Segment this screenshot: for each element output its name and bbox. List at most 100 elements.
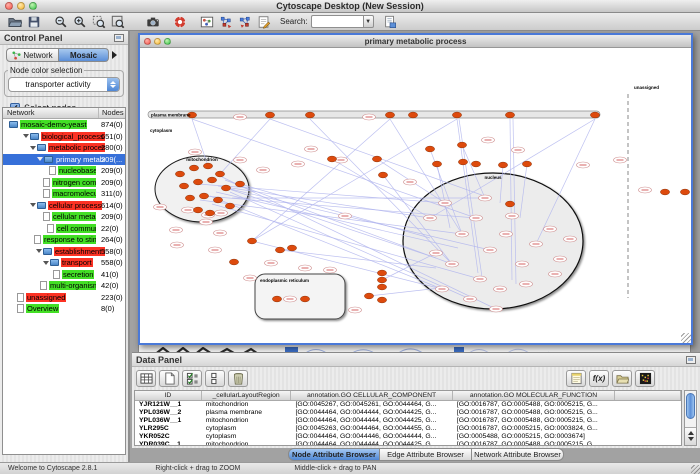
graph-node[interactable] xyxy=(432,161,441,167)
tree-expand-arrow-icon[interactable] xyxy=(36,249,42,253)
graph-node[interactable] xyxy=(471,161,480,167)
graph-node[interactable] xyxy=(590,112,599,118)
data-panel-float-icon[interactable] xyxy=(686,356,696,364)
graph-node[interactable] xyxy=(372,156,381,162)
tree-row[interactable]: metabolic process280(0) xyxy=(3,142,125,154)
graph-node[interactable] xyxy=(275,247,284,253)
tree-row[interactable]: Overview8(0) xyxy=(3,303,125,315)
tree-row[interactable]: macromolecule311(0) xyxy=(3,188,125,200)
select-attributes-icon[interactable] xyxy=(182,370,202,387)
scrollbar-arrows[interactable] xyxy=(685,427,696,445)
save-icon[interactable] xyxy=(25,14,42,30)
tab-edge-attribute-browser[interactable]: Edge Attribute Browser xyxy=(380,448,472,461)
graph-node[interactable] xyxy=(378,172,387,178)
table-row[interactable]: YLR295Ccytoplasm[GO:0045263, GO:0044464,… xyxy=(135,425,681,433)
import-annotation-icon[interactable] xyxy=(382,14,399,30)
table-column-header[interactable]: annotation.GO CELLULAR_COMPONENT xyxy=(291,391,452,400)
search-input[interactable] xyxy=(311,15,363,28)
graph-node[interactable] xyxy=(377,270,386,276)
snapshot-icon[interactable] xyxy=(144,14,161,30)
graph-node[interactable] xyxy=(189,165,198,171)
graph-node[interactable] xyxy=(193,207,202,213)
graph-node[interactable] xyxy=(408,112,417,118)
graph-node[interactable] xyxy=(458,159,467,165)
table-column-filler[interactable] xyxy=(615,391,681,400)
tree-row[interactable]: primary metabo209(... xyxy=(3,154,125,166)
table-row[interactable]: YJR121W__1mitochondrion[GO:0045267, GO:0… xyxy=(135,401,681,409)
graph-node[interactable] xyxy=(203,163,212,169)
graph-node[interactable] xyxy=(425,146,434,152)
tree-row[interactable]: biological_process651(0) xyxy=(3,131,125,143)
zoom-in-icon[interactable] xyxy=(71,14,88,30)
node-color-dropdown[interactable]: transporter activity xyxy=(8,77,120,92)
tree-row[interactable]: nitrogen compo209(0) xyxy=(3,177,125,189)
layout-network-1-icon[interactable] xyxy=(217,14,234,30)
tree-row[interactable]: response to stimulu264(0) xyxy=(3,234,125,246)
network-window-titlebar[interactable]: primary metabolic process xyxy=(140,35,691,48)
graph-node[interactable] xyxy=(179,183,188,189)
attribute-table[interactable]: ID_cellularLayoutRegionannotation.GO CEL… xyxy=(134,390,682,446)
tree-expand-arrow-icon[interactable] xyxy=(37,157,43,161)
graph-node[interactable] xyxy=(185,195,194,201)
graph-node[interactable] xyxy=(221,185,230,191)
search-combobox[interactable]: ▼ xyxy=(311,15,374,28)
graph-node[interactable] xyxy=(205,210,214,216)
search-dropdown-arrow-icon[interactable]: ▼ xyxy=(363,15,374,28)
graph-node[interactable] xyxy=(225,203,234,209)
table-row[interactable]: YKR052Ccytoplasm[GO:0044464, GO:0044446,… xyxy=(135,433,681,441)
graph-node[interactable] xyxy=(522,161,531,167)
zoom-out-icon[interactable] xyxy=(52,14,69,30)
graph-node[interactable] xyxy=(377,284,386,290)
annotation-icon[interactable] xyxy=(255,14,272,30)
scrollbar-thumb[interactable] xyxy=(686,393,695,419)
tree-expand-arrow-icon[interactable] xyxy=(23,134,29,138)
table-row[interactable]: YPL036W__2plasma membrane[GO:0044464, GO… xyxy=(135,409,681,417)
attribute-table-header[interactable]: ID_cellularLayoutRegionannotation.GO CEL… xyxy=(135,391,681,401)
graph-node[interactable] xyxy=(175,171,184,177)
graph-node[interactable] xyxy=(272,296,281,302)
graph-node[interactable] xyxy=(199,193,208,199)
tab-network[interactable]: Network xyxy=(6,48,59,62)
tree-row[interactable]: secretion41(0) xyxy=(3,269,125,281)
float-panel-icon[interactable] xyxy=(114,34,124,42)
graph-node[interactable] xyxy=(505,201,514,207)
graph-node[interactable] xyxy=(300,296,309,302)
graph-node[interactable] xyxy=(193,179,202,185)
tree-row[interactable]: transport558(0) xyxy=(3,257,125,269)
new-attribute-icon[interactable] xyxy=(159,370,179,387)
tree-row[interactable]: cell communicat22(0) xyxy=(3,223,125,235)
graph-node[interactable] xyxy=(385,112,394,118)
table-column-header[interactable]: ID xyxy=(135,391,202,400)
tab-node-attribute-browser[interactable]: Node Attribute Browser xyxy=(288,448,380,461)
tree-expand-arrow-icon[interactable] xyxy=(30,146,36,150)
tree-row[interactable]: mosaic-demo-yeast874(0) xyxy=(3,119,125,131)
tab-overflow-arrow-icon[interactable] xyxy=(112,51,117,59)
graph-node[interactable] xyxy=(364,293,373,299)
table-column-header[interactable]: _cellularLayoutRegion xyxy=(202,391,292,400)
layout-network-2-icon[interactable] xyxy=(236,14,253,30)
graph-node[interactable] xyxy=(660,189,669,195)
graph-node[interactable] xyxy=(498,162,507,168)
tree-row[interactable]: cellular metabo209(0) xyxy=(3,211,125,223)
table-row[interactable]: YPL036W__1mitochondrion[GO:0044464, GO:0… xyxy=(135,417,681,425)
network-view-window[interactable]: primary metabolic process plasma membran… xyxy=(138,33,693,345)
window-resize-grip[interactable] xyxy=(681,333,691,343)
delete-attribute-icon[interactable] xyxy=(228,370,248,387)
attribute-notepad-icon[interactable] xyxy=(566,370,586,387)
graph-node[interactable] xyxy=(377,277,386,283)
graph-node[interactable] xyxy=(457,142,466,148)
graph-node[interactable] xyxy=(505,112,514,118)
tree-row[interactable]: unassigned223(0) xyxy=(3,292,125,304)
graph-node[interactable] xyxy=(247,238,256,244)
tab-network-attribute-browser[interactable]: Network Attribute Browser xyxy=(472,448,564,461)
graph-node[interactable] xyxy=(213,197,222,203)
tree-expand-arrow-icon[interactable] xyxy=(43,261,49,265)
window-titlebar[interactable]: Cytoscape Desktop (New Session) xyxy=(0,0,700,13)
tab-mosaic[interactable]: Mosaic xyxy=(59,48,109,62)
graph-node[interactable] xyxy=(452,112,461,118)
tree-row[interactable]: nucleobase-209(0) xyxy=(3,165,125,177)
dropdown-stepper-icon[interactable] xyxy=(107,78,119,91)
graph-node[interactable] xyxy=(235,181,244,187)
network-canvas[interactable]: plasma membranecytoplasmmitochondrionnuc… xyxy=(140,48,691,342)
graph-node[interactable] xyxy=(377,297,386,303)
